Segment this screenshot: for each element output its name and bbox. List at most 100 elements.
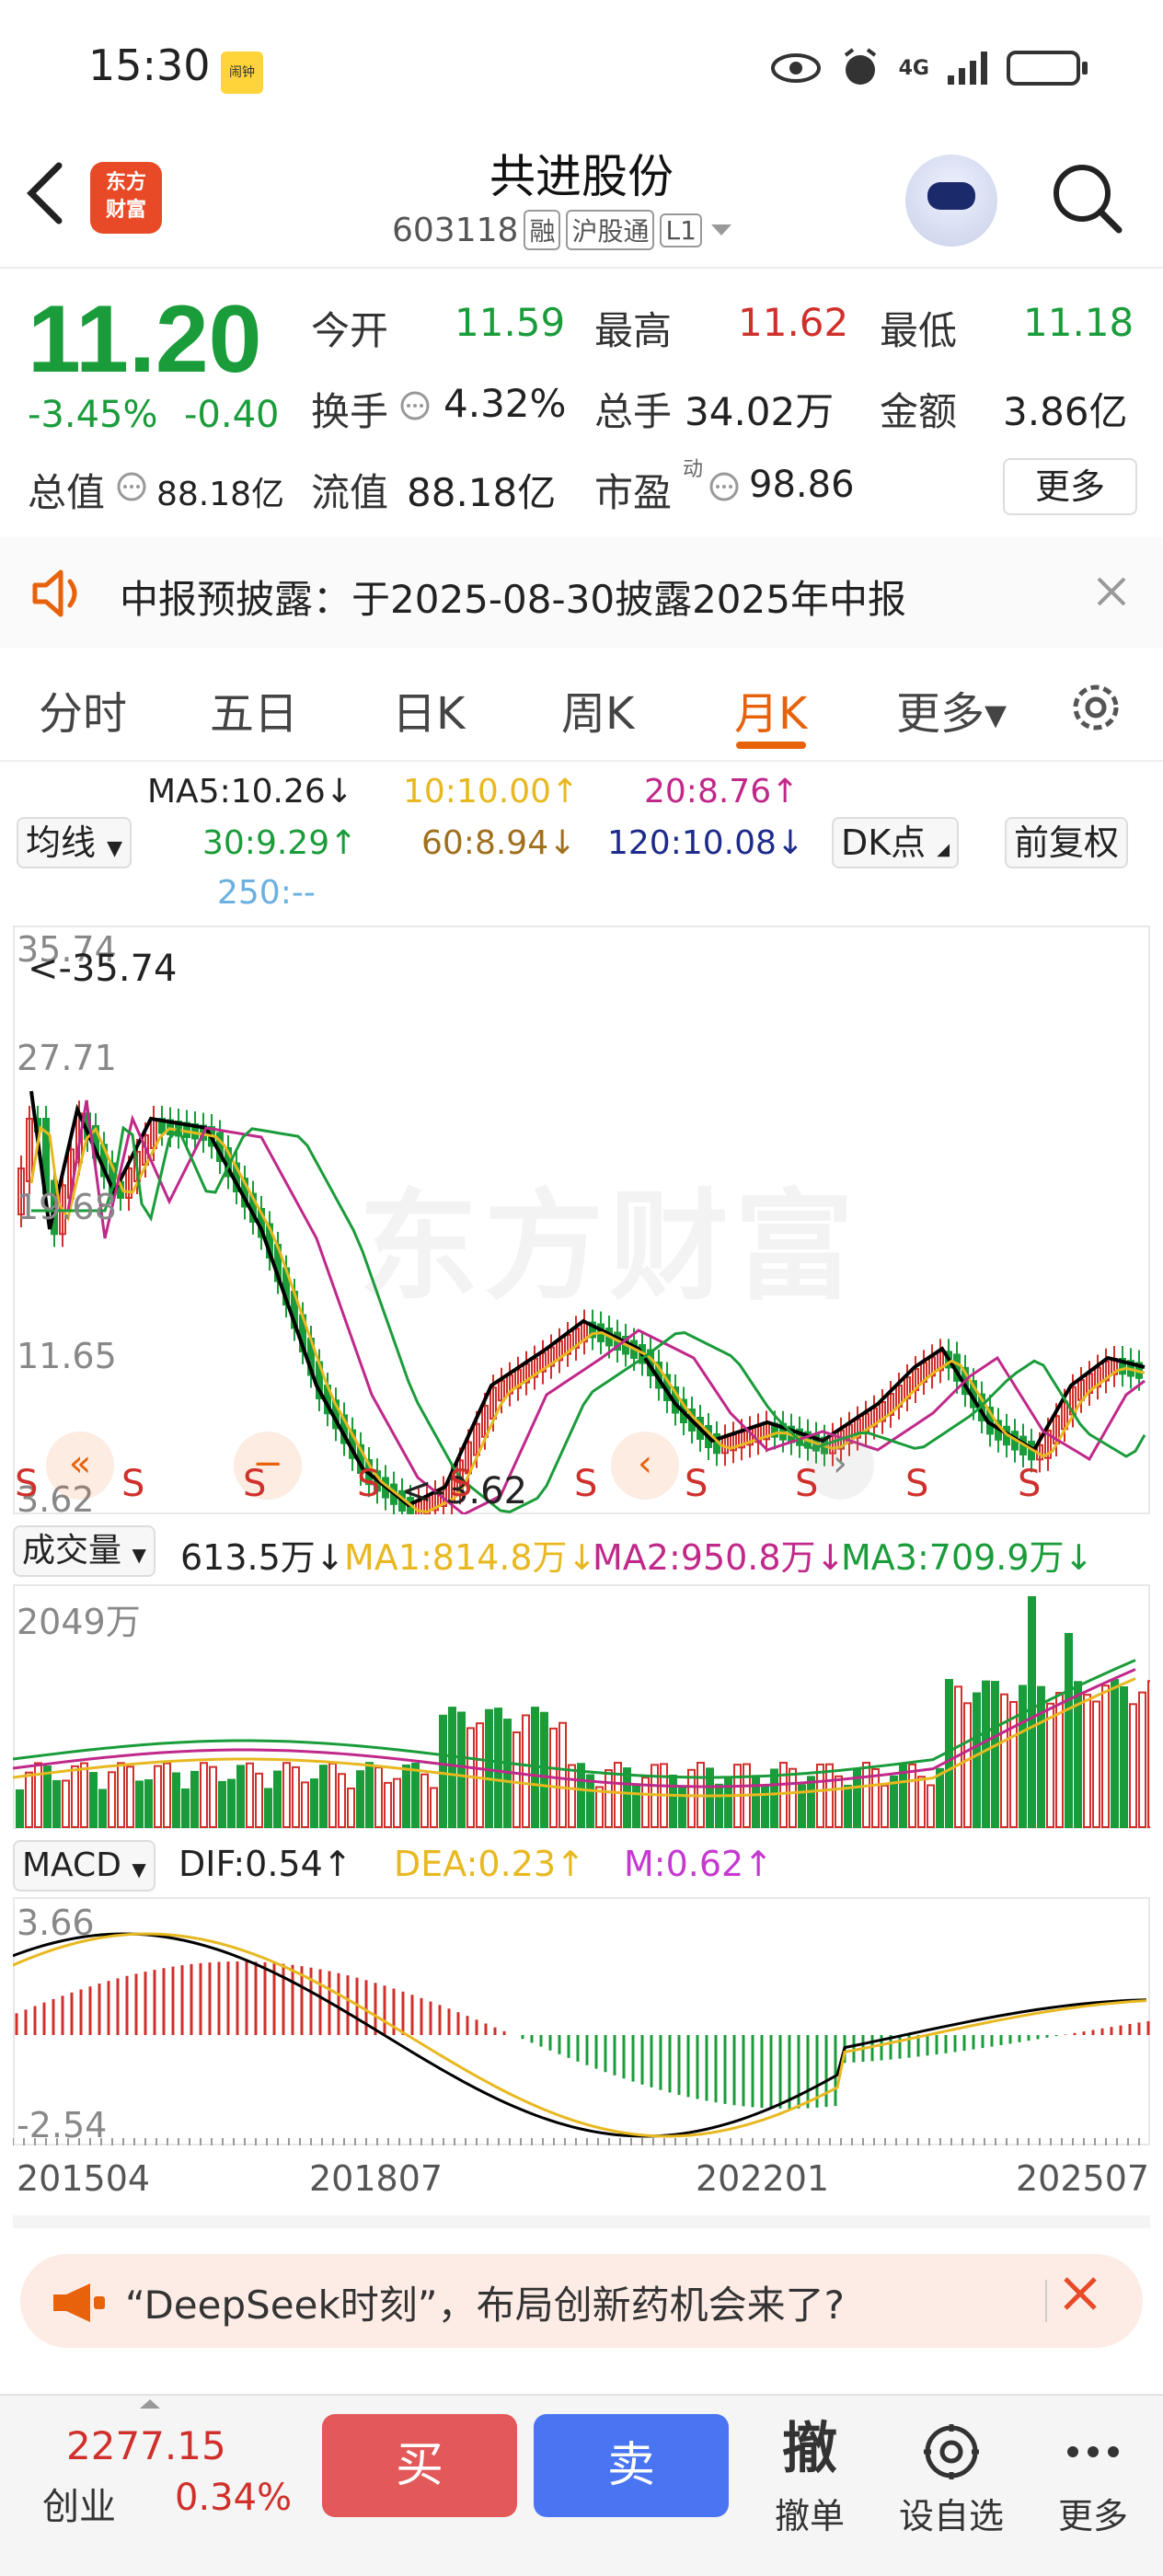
volume-bar [476, 1722, 484, 1829]
ma-selector-label: 均线 [26, 822, 97, 863]
ma10-value: 10:10.00↑ [403, 773, 580, 811]
volume-bar [439, 1714, 447, 1828]
volume-bar [209, 1765, 217, 1828]
volume-bar [89, 1772, 98, 1828]
macd-dea: DEA:0.23↑ [394, 1844, 585, 1884]
gear-icon[interactable] [1065, 677, 1126, 738]
tab-daily-k[interactable]: 日K [392, 677, 465, 742]
buy-button[interactable]: 买 [322, 2414, 517, 2517]
volume-bar [374, 1766, 383, 1828]
tab-intraday[interactable]: 分时 [39, 677, 127, 742]
tab-five-day[interactable]: 五日 [210, 677, 298, 742]
add-watchlist-button[interactable]: 设自选 [887, 2410, 1016, 2538]
open-value: 11.59 [455, 300, 566, 345]
status-time: 15:30 [88, 40, 211, 90]
macd-m: M:0.62↑ [624, 1844, 774, 1884]
notice-close-button[interactable] [1093, 567, 1130, 622]
cancel-order-button[interactable]: 撤 撤单 [745, 2410, 874, 2538]
volume-bar [973, 1692, 981, 1828]
volume-bar [761, 1785, 769, 1828]
scroll-left-fast-button[interactable]: « [46, 1432, 114, 1500]
volume-bar [715, 1783, 723, 1828]
volume-bar [227, 1778, 236, 1828]
caret-up-icon[interactable] [136, 2396, 164, 2410]
volume-bar [181, 1788, 190, 1828]
dk-point-toggle[interactable]: DK点 ◢ [832, 817, 960, 868]
connect-tag: 沪股通 [566, 210, 655, 250]
moving-average-line [31, 1099, 1146, 1514]
cancel-order-label: 撤单 [774, 2496, 845, 2536]
ma-selector[interactable]: 均线 ▼ [17, 817, 132, 868]
volume-bar [264, 1788, 272, 1828]
index-value: 2277.15 [66, 2423, 226, 2468]
volume-bar [605, 1769, 613, 1829]
sell-signal: S [905, 1463, 929, 1505]
volume-bar [71, 1765, 79, 1828]
volume-bar [347, 1787, 355, 1829]
volume-bar [25, 1771, 33, 1828]
info-icon[interactable] [708, 471, 740, 502]
tab-more[interactable]: 更多▾ [896, 677, 1007, 742]
turnover-value: 4.32% [443, 381, 567, 426]
assistant-avatar[interactable] [905, 155, 997, 247]
search-button[interactable] [1047, 158, 1124, 236]
volume-bar [420, 1773, 429, 1828]
promo-divider [1045, 2280, 1047, 2322]
status-icons: 4G [770, 46, 1088, 90]
volume-bar [816, 1763, 824, 1828]
volume-bar [1028, 1596, 1036, 1828]
low-label: 最低 [880, 308, 958, 353]
tab-weekly-k[interactable]: 周K [561, 677, 634, 742]
volume-bar [282, 1762, 291, 1828]
alarm-icon [844, 48, 876, 85]
quote-more-button[interactable]: 更多 [1003, 458, 1137, 515]
volume-selector[interactable]: 成交量 ▼ [13, 1525, 155, 1577]
volume-bar [494, 1708, 502, 1828]
volume-bar [163, 1762, 171, 1828]
volume-bar [779, 1762, 788, 1828]
info-icon[interactable] [399, 390, 431, 421]
volume-bar [218, 1780, 226, 1828]
volume-chart[interactable] [13, 1584, 1150, 1829]
volume-bar [356, 1770, 364, 1829]
stock-code-row[interactable]: 603118 融 沪股通 L1 [392, 210, 735, 250]
volume-bar [862, 1762, 870, 1828]
macd-chart[interactable] [13, 1897, 1150, 2145]
float-label: 流值 [311, 470, 389, 515]
volume-bar [384, 1781, 392, 1829]
bottom-more-button[interactable]: 更多 [1029, 2410, 1157, 2538]
volume-bar [871, 1768, 880, 1829]
tab-monthly-k[interactable]: 月K [734, 677, 807, 742]
margin-tag: 融 [524, 210, 561, 250]
macd-selector[interactable]: MACD ▼ [13, 1840, 155, 1892]
volume-bar [292, 1765, 300, 1828]
kline-y-2: 27.71 [17, 1038, 117, 1078]
volume-bar [1065, 1633, 1073, 1828]
volume-bar [1111, 1679, 1119, 1828]
dk-label: DK点 [841, 822, 927, 863]
pe-value: 98.86 [749, 464, 855, 506]
float-value: 88.18亿 [407, 470, 557, 515]
macd-y-min: -2.54 [17, 2105, 108, 2145]
low-value: 11.18 [1023, 300, 1134, 345]
volume-ma1: MA1:814.8万↓ [344, 1537, 597, 1578]
volume-ma3: MA3:709.9万↓ [841, 1537, 1094, 1578]
info-icon[interactable] [116, 471, 147, 502]
volume-bar [135, 1780, 144, 1828]
promo-close-button[interactable] [1060, 2267, 1100, 2327]
x-label-2: 201807 [309, 2158, 443, 2199]
kline-chart[interactable] [13, 926, 1150, 1514]
close-icon [1064, 2277, 1097, 2310]
adjust-selector[interactable]: 前复权 [1005, 817, 1129, 868]
volume-bar [1092, 1700, 1100, 1828]
battery-icon [1007, 51, 1088, 86]
sell-button[interactable]: 卖 [534, 2414, 729, 2517]
scroll-left-button[interactable]: ‹ [611, 1432, 679, 1500]
high-value: 11.62 [738, 300, 849, 345]
volume-bar [881, 1784, 889, 1828]
more-dots-icon [1029, 2410, 1157, 2488]
x-label-4: 202507 [1016, 2158, 1150, 2199]
volume-bar [448, 1707, 456, 1828]
volume-bar [789, 1767, 797, 1829]
sell-signal: S [795, 1463, 819, 1505]
